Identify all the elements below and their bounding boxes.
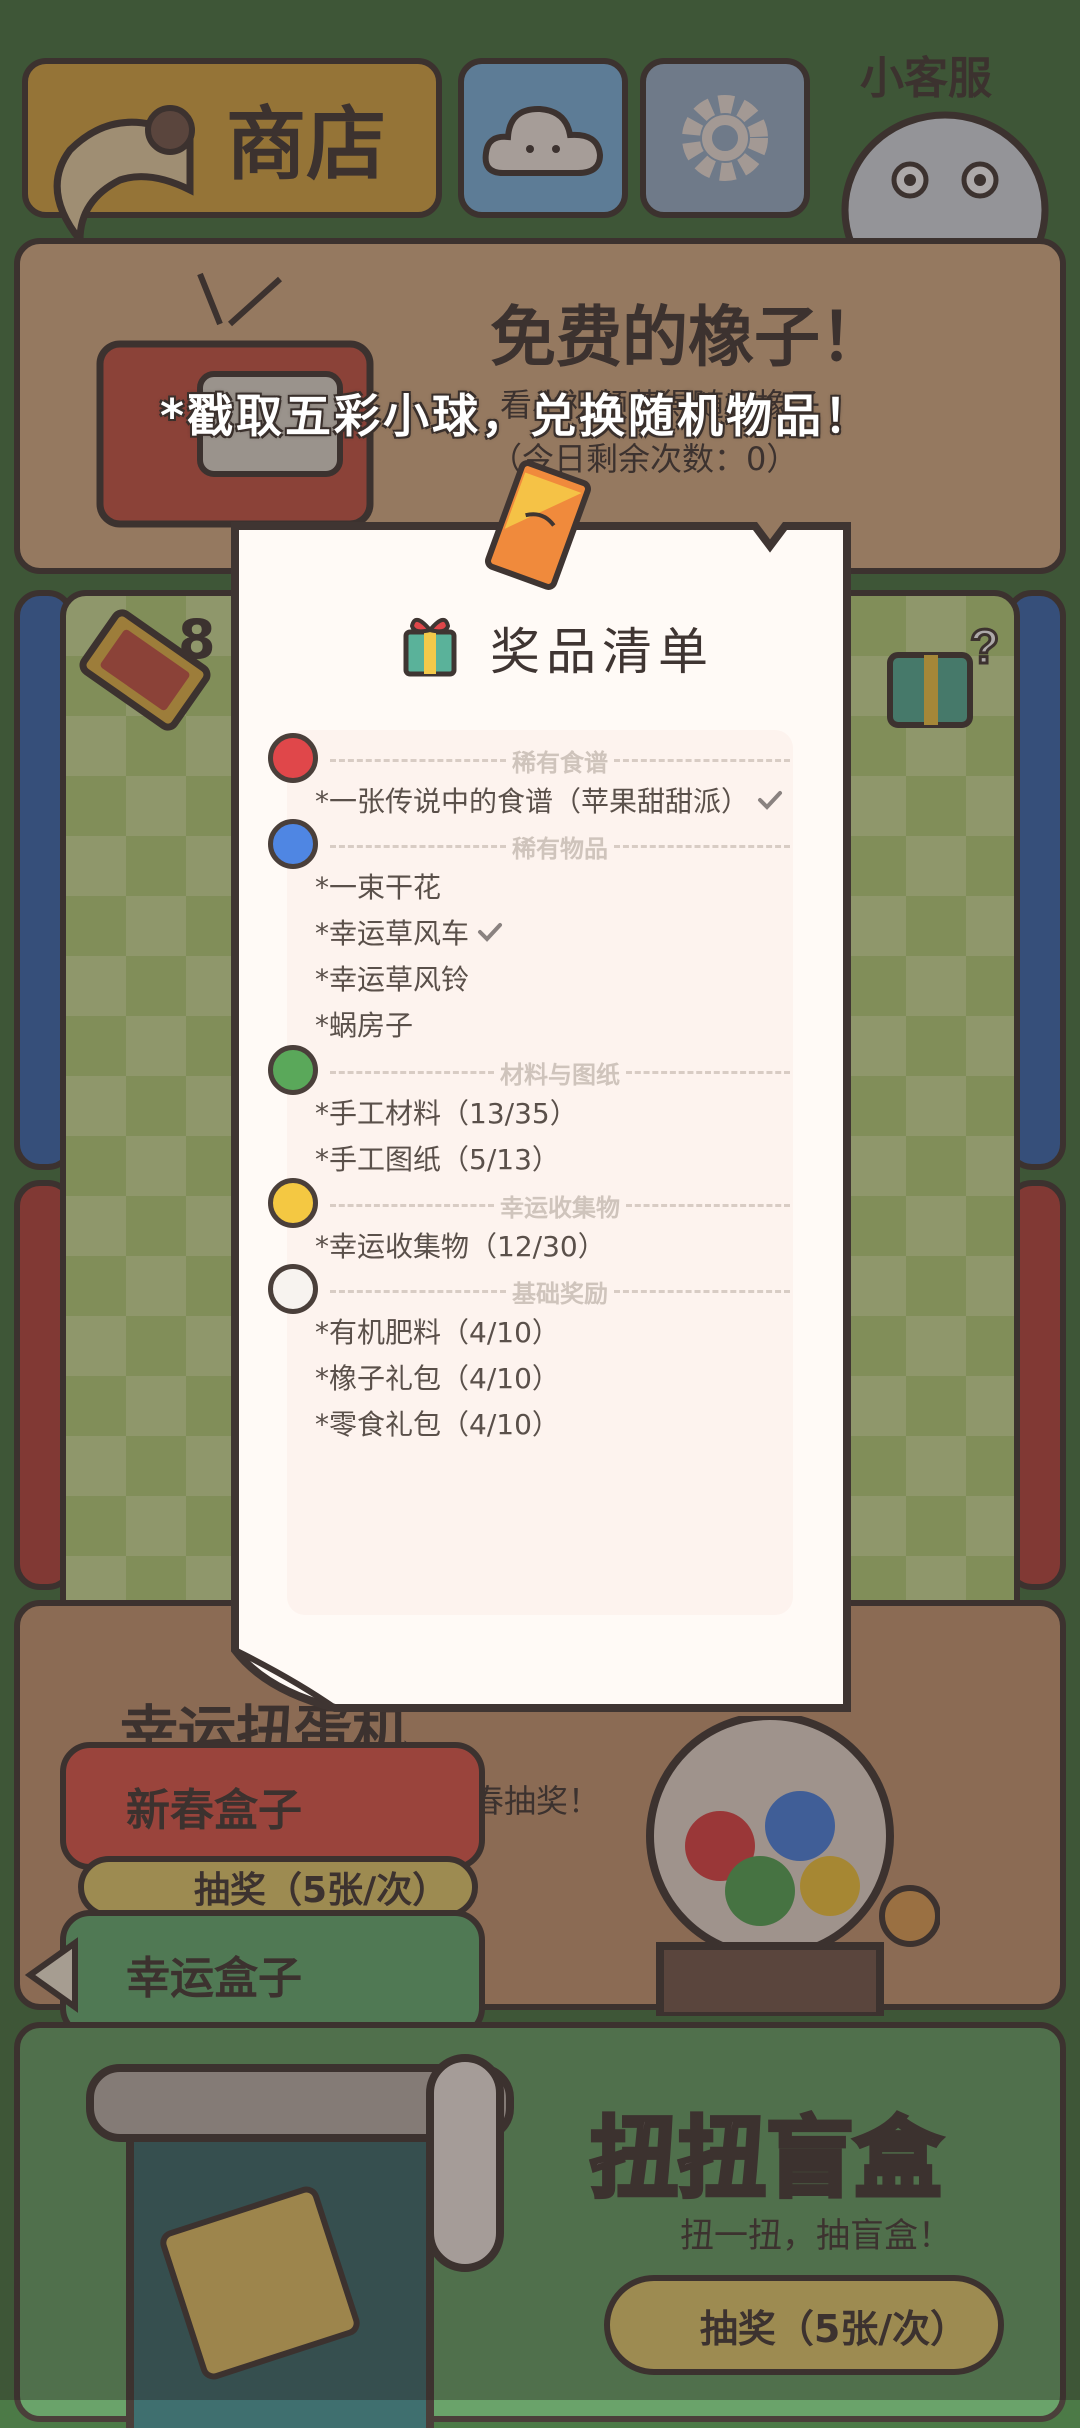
prize-item: *手工图纸（5/13） xyxy=(315,1138,560,1178)
section-title: 幸运收集物 xyxy=(500,1194,620,1222)
prize-text: *有机肥料（4/10） xyxy=(315,1316,560,1349)
prize-text: *一束干花 xyxy=(315,871,442,904)
prize-item: *一束干花 xyxy=(315,866,441,906)
section-header-materials: 材料与图纸 xyxy=(330,1055,790,1090)
prize-item: *零食礼包（4/10） xyxy=(315,1403,560,1443)
prize-item: *有机肥料（4/10） xyxy=(315,1311,560,1351)
prize-item: *手工材料（13/35） xyxy=(315,1092,578,1132)
section-title: 基础奖励 xyxy=(512,1280,608,1308)
prize-item: *幸运草风铃 xyxy=(315,958,469,998)
blue-ball-icon xyxy=(268,819,318,869)
prize-item: *橡子礼包（4/10） xyxy=(315,1357,560,1397)
green-ball-icon xyxy=(268,1045,318,1095)
section-header-lucky-collectibles: 幸运收集物 xyxy=(330,1188,790,1223)
section-header-rare-items: 稀有物品 xyxy=(330,829,790,864)
red-ball-icon xyxy=(268,733,318,783)
prize-text: *零食礼包（4/10） xyxy=(315,1408,560,1441)
prize-text: *幸运草风铃 xyxy=(315,963,470,996)
gift-icon xyxy=(403,618,457,677)
prize-text: *幸运草风车 xyxy=(315,917,470,950)
prize-text: *手工图纸（5/13） xyxy=(315,1143,560,1176)
yellow-ball-icon xyxy=(268,1178,318,1228)
section-title: 稀有物品 xyxy=(512,835,608,863)
prize-list-title: 奖品清单 xyxy=(490,623,714,681)
prize-text: *手工材料（13/35） xyxy=(315,1097,578,1130)
banner-text: *戳取五彩小球，兑换随机物品！ xyxy=(160,389,874,443)
check-icon xyxy=(758,791,783,810)
prize-item: *一张传说中的食谱（苹果甜甜派） xyxy=(315,780,783,820)
prize-item: *蜗房子 xyxy=(315,1004,413,1044)
section-title: 稀有食谱 xyxy=(512,749,608,777)
ticket-pin-icon xyxy=(484,460,592,590)
white-ball-icon xyxy=(268,1264,318,1314)
prize-item: *幸运收集物（12/30） xyxy=(315,1225,606,1265)
check-icon xyxy=(478,923,503,942)
prize-text: *橡子礼包（4/10） xyxy=(315,1362,560,1395)
prize-item: *幸运草风车 xyxy=(315,912,503,952)
prize-text: *一张传说中的食谱（苹果甜甜派） xyxy=(315,785,750,818)
section-header-rare-recipe: 稀有食谱 xyxy=(330,743,790,778)
prize-text: *幸运收集物（12/30） xyxy=(315,1230,606,1263)
section-header-basic-rewards: 基础奖励 xyxy=(330,1274,790,1309)
section-title: 材料与图纸 xyxy=(500,1061,620,1089)
prize-text: *蜗房子 xyxy=(315,1009,414,1042)
